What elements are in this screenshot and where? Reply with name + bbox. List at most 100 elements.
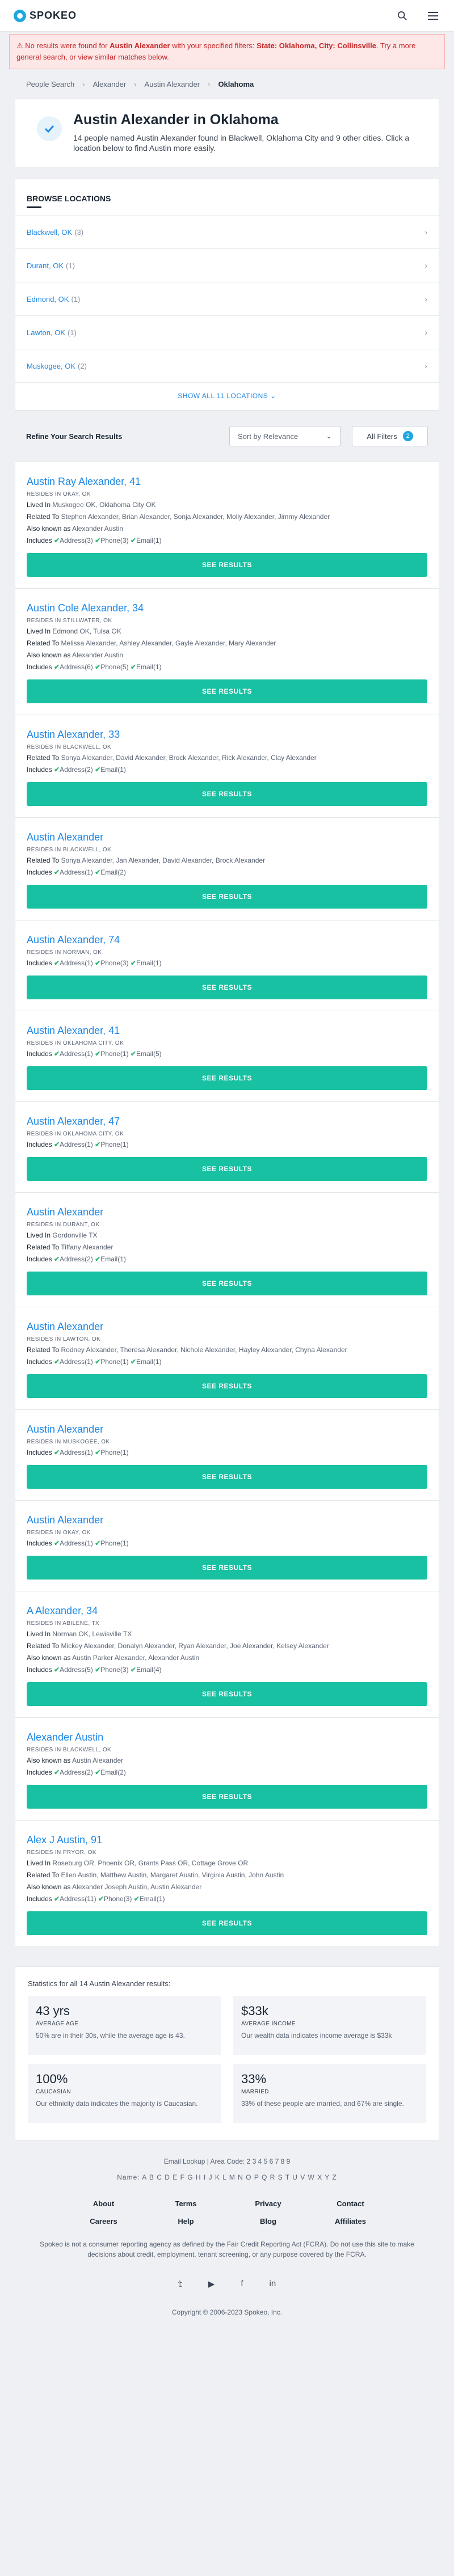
result-name[interactable]: Austin Alexander, 47 (27, 1116, 427, 1127)
see-results-button[interactable]: SEE RESULTS (27, 1556, 427, 1580)
checkmark-icon: ✔ (54, 766, 60, 774)
result-card: Austin Alexander RESIDES IN DURANT, OK Liv… (15, 1193, 439, 1307)
result-aka: Also known as Alexander Austin (27, 525, 427, 533)
result-aka-label: Also known as (27, 1756, 71, 1764)
see-results-button[interactable]: SEE RESULTS (27, 679, 427, 703)
result-card: Alexander Austin RESIDES IN BLACKWELL, OK… (15, 1718, 439, 1821)
result-name[interactable]: Austin Ray Alexander, 41 (27, 476, 427, 488)
chevron-right-icon: › (424, 328, 427, 337)
result-related-value: Stephen Alexander, Brian Alexander, Sonj… (61, 513, 330, 521)
see-results-button[interactable]: SEE RESULTS (27, 1785, 427, 1809)
location-item[interactable]: Blackwell, OK (3) › (15, 215, 439, 248)
result-lived-label: Lived In (27, 1630, 51, 1638)
include-item: Address(1) (60, 1358, 93, 1366)
result-includes-label: Includes (27, 1768, 52, 1776)
result-card: Austin Alexander RESIDES IN LAWTON, OK Rel… (15, 1307, 439, 1410)
footer-name-index[interactable]: Name: A B C D E F G H I J K L M N O P Q … (0, 2173, 454, 2181)
see-results-button[interactable]: SEE RESULTS (27, 782, 427, 806)
result-name[interactable]: Austin Alexander (27, 1206, 427, 1218)
checkmark-icon: ✔ (54, 868, 60, 876)
see-results-button[interactable]: SEE RESULTS (27, 1682, 427, 1706)
result-card: Austin Alexander RESIDES IN MUSKOGEE, OK I… (15, 1410, 439, 1501)
footer-link-terms[interactable]: Terms (145, 2199, 227, 2208)
result-aka: Also known as Austin Alexander (27, 1756, 427, 1765)
include-item: Email(1) (139, 1895, 165, 1903)
location-item[interactable]: Durant, OK (1) › (15, 248, 439, 282)
see-results-button[interactable]: SEE RESULTS (27, 1066, 427, 1090)
result-includes: Includes ✔Address(1) ✔Phone(3) ✔Email(1) (27, 959, 427, 968)
search-icon[interactable] (395, 9, 410, 23)
see-results-button[interactable]: SEE RESULTS (27, 885, 427, 909)
stat-label: CAUCASIAN (36, 2089, 71, 2095)
intro-card: Austin Alexander in Oklahoma 14 people n… (15, 99, 439, 167)
see-results-button[interactable]: SEE RESULTS (27, 1911, 427, 1935)
see-results-button[interactable]: SEE RESULTS (27, 553, 427, 577)
show-all-locations-button[interactable]: SHOW ALL 11 LOCATIONS ⌄ (15, 382, 439, 410)
include-item: Address(1) (60, 1539, 93, 1547)
include-item: Email(1) (136, 537, 162, 544)
footer-link-about[interactable]: About (62, 2199, 145, 2208)
footer-lookup[interactable]: Email Lookup | Area Code: 2 3 4 5 6 7 8 … (0, 2157, 454, 2165)
result-name[interactable]: Austin Alexander (27, 1321, 427, 1333)
checkmark-icon: ✔ (95, 766, 101, 774)
result-includes-label: Includes (27, 1449, 52, 1456)
result-name[interactable]: Alex J Austin, 91 (27, 1834, 427, 1846)
result-name[interactable]: Austin Alexander, 74 (27, 934, 427, 946)
see-results-button[interactable]: SEE RESULTS (27, 1465, 427, 1489)
refine-label: Refine Your Search Results (26, 432, 123, 441)
result-name[interactable]: Austin Alexander (27, 1424, 427, 1435)
see-results-button[interactable]: SEE RESULTS (27, 1157, 427, 1181)
checkmark-icon: ✔ (98, 1895, 104, 1903)
all-filters-button[interactable]: All Filters 2 (352, 426, 428, 446)
spokeo-logo[interactable]: SPOKEO (14, 9, 77, 22)
facebook-icon[interactable]: f (241, 2279, 243, 2289)
location-item[interactable]: Edmond, OK (1) › (15, 282, 439, 315)
location-count: (1) (71, 294, 81, 303)
fcra-disclaimer: Spokeo is not a consumer reporting agenc… (40, 2240, 414, 2258)
result-name[interactable]: Austin Cole Alexander, 34 (27, 602, 427, 614)
checkmark-icon (37, 116, 62, 141)
see-results-button[interactable]: SEE RESULTS (27, 1272, 427, 1295)
footer-link-blog[interactable]: Blog (227, 2217, 309, 2226)
result-name[interactable]: Austin Alexander (27, 1514, 427, 1526)
twitter-icon[interactable]: 𝕥 (178, 2279, 182, 2289)
youtube-icon[interactable]: ▶ (208, 2279, 215, 2289)
stat-value: $33k (241, 2004, 268, 2018)
location-count: (2) (78, 361, 87, 370)
checkmark-icon: ✔ (95, 663, 101, 671)
location-text: Lawton, OK (1) (27, 328, 77, 337)
footer-link-contact[interactable]: Contact (309, 2199, 392, 2208)
result-related: Related To Tiffany Alexander (27, 1243, 427, 1252)
include-item: Address(2) (60, 1768, 93, 1776)
result-name[interactable]: Austin Alexander (27, 831, 427, 843)
social-links: 𝕥 ▶ f in (0, 2279, 454, 2289)
include-item: Address(2) (60, 766, 93, 774)
chevron-down-icon: ⌄ (326, 432, 332, 440)
result-name[interactable]: Alexander Austin (27, 1732, 427, 1743)
location-item[interactable]: Muskogee, OK (2) › (15, 349, 439, 382)
result-lived-value: Gordonville TX (52, 1231, 98, 1239)
see-results-button[interactable]: SEE RESULTS (27, 975, 427, 999)
breadcrumb-austin-alexander[interactable]: Austin Alexander (145, 80, 200, 88)
include-item: Email(1) (100, 1255, 126, 1263)
footer-link-help[interactable]: Help (145, 2217, 227, 2226)
breadcrumb-alexander[interactable]: Alexander (93, 80, 127, 88)
footer-link-privacy[interactable]: Privacy (227, 2199, 309, 2208)
chevron-right-icon: › (424, 361, 427, 370)
result-related-value: Mickey Alexander, Donalyn Alexander, Rya… (61, 1642, 329, 1650)
result-name[interactable]: A Alexander, 34 (27, 1605, 427, 1617)
footer-link-careers[interactable]: Careers (62, 2217, 145, 2226)
breadcrumb-people-search[interactable]: People Search (26, 80, 74, 88)
result-name[interactable]: Austin Alexander, 41 (27, 1025, 427, 1037)
see-results-button[interactable]: SEE RESULTS (27, 1374, 427, 1398)
chevron-right-icon: › (82, 79, 85, 88)
menu-icon[interactable] (426, 9, 440, 23)
include-item: Email(1) (136, 1358, 162, 1366)
linkedin-icon[interactable]: in (270, 2279, 276, 2289)
result-name[interactable]: Austin Alexander, 33 (27, 729, 427, 741)
result-lived: Lived In Roseburg OR, Phoenix OR, Grants… (27, 1859, 427, 1868)
sort-select[interactable]: Sort by Relevance ⌄ (229, 426, 340, 446)
location-item[interactable]: Lawton, OK (1) › (15, 315, 439, 349)
footer-link-affiliates[interactable]: Affiliates (309, 2217, 392, 2226)
result-card: Austin Alexander, 74 RESIDES IN NORMAN, O… (15, 920, 439, 1011)
